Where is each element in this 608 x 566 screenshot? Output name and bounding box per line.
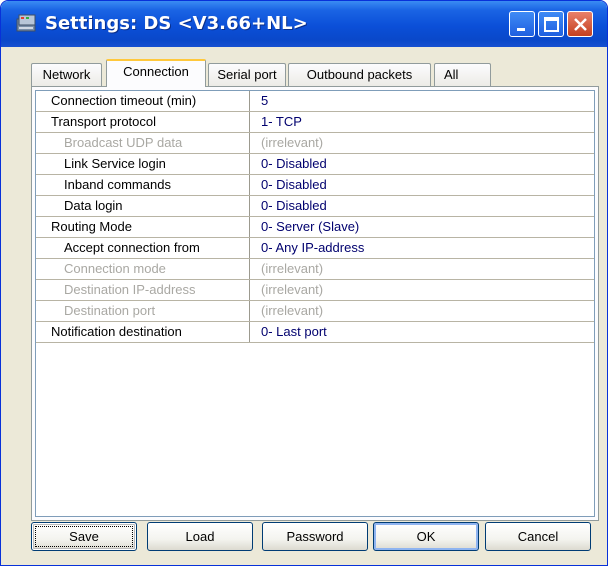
setting-value: (irrelevant) — [261, 261, 324, 276]
setting-value[interactable]: 1- TCP — [261, 112, 302, 132]
cancel-button-label: Cancel — [517, 529, 559, 544]
title-bar[interactable]: Settings: DS <V3.66+NL> — [1, 1, 607, 47]
settings-row[interactable]: Link Service login 0- Disabled — [36, 154, 594, 175]
tab-serial-port[interactable]: Serial port — [208, 63, 286, 86]
focus-ring — [35, 526, 133, 547]
close-button[interactable] — [567, 11, 593, 37]
setting-name: Data login — [36, 196, 250, 216]
settings-row: Connection mode (irrelevant) — [36, 259, 594, 280]
setting-value: (irrelevant) — [261, 303, 324, 318]
maximize-icon — [544, 17, 559, 32]
setting-name: Connection mode — [36, 259, 250, 279]
setting-value[interactable]: 0- Server (Slave) — [261, 217, 359, 237]
settings-row[interactable]: Inband commands 0- Disabled — [36, 175, 594, 196]
setting-name: Routing Mode — [36, 217, 250, 237]
setting-name: Inband commands — [36, 175, 250, 195]
settings-row[interactable]: Transport protocol 1- TCP — [36, 112, 594, 133]
setting-name: Notification destination — [36, 322, 250, 342]
close-icon — [574, 18, 587, 31]
app-icon — [16, 14, 36, 32]
connection-panel: Connection timeout (min) 5 Transport proto… — [31, 86, 599, 521]
settings-row: Destination port (irrelevant) — [36, 301, 594, 322]
load-button-label: Load — [185, 529, 215, 544]
setting-name: Accept connection from — [36, 238, 250, 258]
setting-value: (irrelevant) — [261, 282, 324, 297]
maximize-button[interactable] — [538, 11, 564, 37]
settings-rows: Connection timeout (min) 5 Transport proto… — [36, 91, 594, 343]
setting-value[interactable]: 0- Disabled — [261, 196, 327, 216]
settings-row[interactable]: Connection timeout (min) 5 — [36, 91, 594, 112]
setting-value[interactable]: 0- Disabled — [261, 175, 327, 195]
ok-button-label: OK — [416, 529, 436, 544]
setting-name: Connection timeout (min) — [36, 91, 250, 111]
password-button[interactable]: Password — [262, 522, 368, 551]
settings-row[interactable]: Data login 0- Disabled — [36, 196, 594, 217]
setting-name: Destination IP-address — [36, 280, 250, 300]
settings-row[interactable]: Routing Mode 0- Server (Slave) — [36, 217, 594, 238]
window-title: Settings: DS <V3.66+NL> — [45, 13, 308, 34]
setting-name: Destination port — [36, 301, 250, 321]
setting-value[interactable]: 5 — [261, 91, 268, 111]
setting-value[interactable]: 0- Any IP-address — [261, 238, 364, 258]
minimize-icon — [517, 28, 525, 31]
ok-button[interactable]: OK — [373, 522, 479, 551]
setting-value: (irrelevant) — [261, 135, 324, 150]
cancel-button[interactable]: Cancel — [485, 522, 591, 551]
setting-name: Broadcast UDP data — [36, 133, 250, 153]
settings-row[interactable]: Accept connection from 0- Any IP-address — [36, 238, 594, 259]
tab-network[interactable]: Network — [31, 63, 102, 86]
password-button-label: Password — [286, 529, 344, 544]
button-bar: Save Load Password OK Cancel — [31, 522, 591, 552]
setting-name: Transport protocol — [36, 112, 250, 132]
settings-grid: Connection timeout (min) 5 Transport proto… — [35, 90, 595, 517]
settings-row: Broadcast UDP data (irrelevant) — [36, 133, 594, 154]
save-button[interactable]: Save — [31, 522, 137, 551]
settings-window: Settings: DS <V3.66+NL> Network Connecti… — [0, 0, 608, 566]
setting-value[interactable]: 0- Last port — [261, 322, 327, 342]
setting-value[interactable]: 0- Disabled — [261, 154, 327, 174]
setting-name: Link Service login — [36, 154, 250, 174]
tab-connection[interactable]: Connection — [106, 59, 206, 87]
tab-outbound-packets[interactable]: Outbound packets — [288, 63, 431, 86]
settings-row[interactable]: Notification destination 0- Last port — [36, 322, 594, 343]
tab-strip: Network Connection Serial port Outbound … — [31, 59, 551, 87]
minimize-button[interactable] — [509, 11, 535, 37]
tab-all[interactable]: All — [434, 63, 491, 86]
load-button[interactable]: Load — [147, 522, 253, 551]
settings-row: Destination IP-address (irrelevant) — [36, 280, 594, 301]
